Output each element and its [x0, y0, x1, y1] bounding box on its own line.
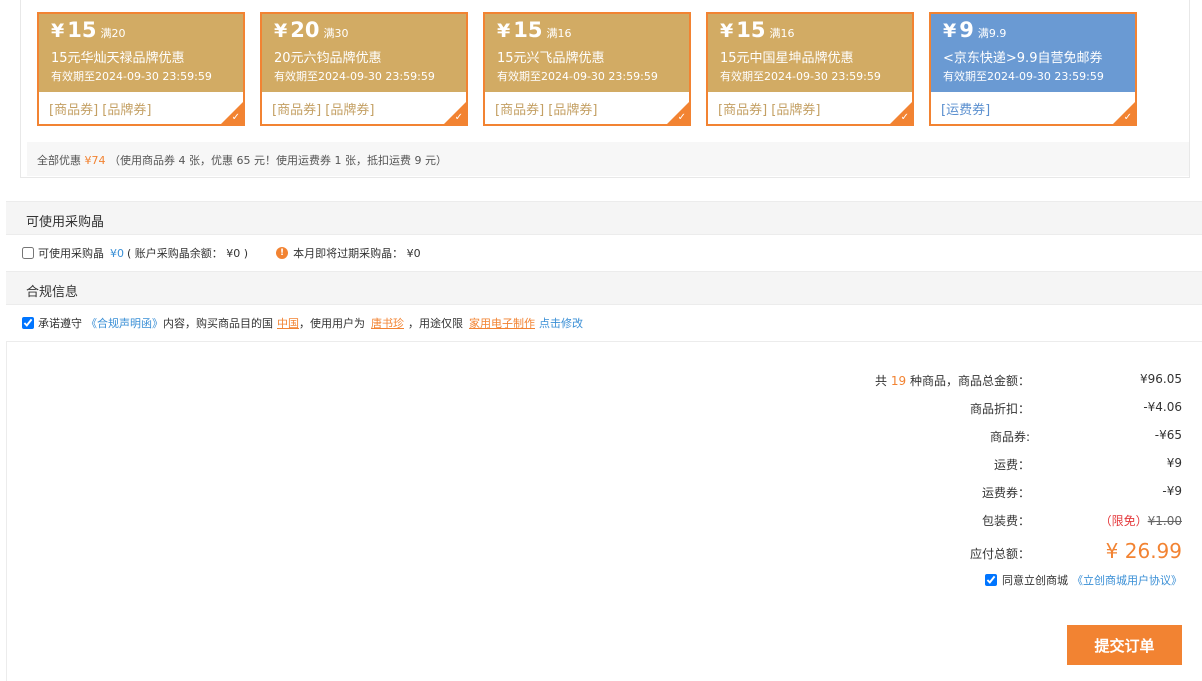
shipping-coupon-label: 运费券： [981, 486, 1030, 500]
section-purchase-crystal: 可使用采购晶 [6, 201, 1202, 235]
summary-detail: （使用商品券 4 张，优惠 65 元！使用运费券 1 张，抵扣运费 9 元） [109, 154, 447, 167]
compliance-edit-link[interactable]: 点击修改 [539, 315, 583, 331]
coupon-expire: 有效期至2024-09-30 23:59:59 [497, 70, 658, 83]
summary-label: 全部优惠 [37, 154, 81, 167]
compliance-text: ，用途仅限 [408, 317, 463, 330]
check-icon: ✓ [231, 112, 240, 123]
check-icon: ✓ [677, 112, 686, 123]
discount-summary: 全部优惠 ¥74 （使用商品券 4 张，优惠 65 元！使用运费券 1 张，抵扣… [27, 142, 1189, 176]
coupon-title: 15元中国星坤品牌优惠 [720, 51, 854, 66]
coupon-panel: ¥ 15 满20 15元华灿天禄品牌优惠 有效期至2024-09-30 23:5… [20, 0, 1190, 178]
goods-total-value: ¥96.05 [1140, 372, 1182, 386]
section-title: 合规信息 [26, 285, 79, 300]
goods-count-label: 共 19 种商品，商品总金额： [875, 374, 1030, 388]
coupon-amount: 15 [513, 18, 543, 42]
compliance-row: 承诺遵守 《合规声明函》 内容，购买商品目的国 中国 ，使用用户为 唐书珍 ，用… [6, 306, 1202, 340]
coupon-title: 15元华灿天禄品牌优惠 [51, 51, 185, 66]
coupon-condition: 满30 [323, 27, 349, 40]
coupon-tags: [商品券] [品牌券] [49, 103, 152, 118]
coupon-title: <京东快递>9.9自营免邮券 [943, 51, 1103, 66]
discount-label: 商品折扣： [969, 402, 1030, 416]
submit-order-button[interactable]: 提交订单 [1067, 625, 1182, 665]
goods-count: 19 [890, 374, 907, 388]
compliance-prefix: 承诺遵守 [38, 317, 82, 330]
coupon-tags: [商品券] [品牌券] [495, 103, 598, 118]
section-title: 可使用采购晶 [26, 215, 105, 230]
coupon-condition: 满16 [769, 27, 795, 40]
coupon-currency: ¥ [943, 20, 957, 42]
coupon-amount: 15 [736, 18, 766, 42]
coupon-amount: 9 [959, 18, 974, 42]
check-icon: ✓ [1123, 112, 1132, 123]
coupon-condition: 满16 [546, 27, 572, 40]
coupon-currency: ¥ [274, 20, 288, 42]
payable-value: ¥ 26.99 [1105, 539, 1182, 563]
summary-amount: ¥74 [84, 154, 106, 167]
coupon-condition: 满9.9 [977, 27, 1007, 40]
coupon-condition: 满20 [100, 27, 126, 40]
coupon-expire: 有效期至2024-09-30 23:59:59 [274, 70, 435, 83]
compliance-usage-link[interactable]: 家用电子制作 [469, 315, 535, 331]
compliance-user-link[interactable]: 唐书珍 [371, 315, 404, 331]
shipping-coupon-value: -¥9 [1162, 484, 1182, 498]
packing-free-badge: （限免） [1099, 514, 1148, 528]
packing-value: （限免）¥1.00 [1100, 512, 1182, 529]
coupon-title: 20元六钧品牌优惠 [274, 51, 382, 66]
check-icon: ✓ [454, 112, 463, 123]
coupon-tags: [商品券] [品牌券] [718, 103, 821, 118]
purchase-crystal-checkbox[interactable] [22, 247, 34, 259]
coupon-tags: [商品券] [品牌券] [272, 103, 375, 118]
purchase-crystal-row: 可使用采购晶 ¥0 ( 账户采购晶余额： ¥0 ) ! 本月即将过期采购晶： ¥… [6, 236, 1202, 270]
agreement-checkbox[interactable] [985, 574, 997, 586]
compliance-text: 内容，购买商品目的国 [163, 317, 273, 330]
packing-label: 包装费： [981, 514, 1030, 528]
compliance-text: ，使用用户为 [299, 317, 365, 330]
coupon-expire: 有效期至2024-09-30 23:59:59 [943, 70, 1104, 83]
section-compliance: 合规信息 [6, 271, 1202, 305]
info-icon: ! [276, 247, 289, 259]
coupon-card[interactable]: ¥ 15 满16 15元兴飞品牌优惠 有效期至2024-09-30 23:59:… [483, 12, 691, 126]
coupon-title: 15元兴飞品牌优惠 [497, 51, 605, 66]
coupon-currency: ¥ [497, 20, 511, 42]
agreement-prefix: 同意立创商城 [1002, 574, 1068, 587]
shipping-value: ¥9 [1166, 456, 1182, 470]
purchase-crystal-label: 可使用采购晶 [38, 247, 104, 260]
payable-label: 应付总额： [969, 547, 1030, 561]
compliance-statement-link[interactable]: 《合规声明函》 [86, 315, 163, 331]
coupon-currency: ¥ [51, 20, 65, 42]
coupon-expire: 有效期至2024-09-30 23:59:59 [720, 70, 881, 83]
coupon-card[interactable]: ¥ 20 满30 20元六钧品牌优惠 有效期至2024-09-30 23:59:… [260, 12, 468, 126]
coupon-currency: ¥ [720, 20, 734, 42]
coupon-label: 商品券: [989, 430, 1030, 444]
expiring-crystal-text: 本月即将过期采购晶： ¥0 [293, 247, 421, 260]
coupon-tags: [运费券] [941, 103, 991, 118]
coupon-card[interactable]: ¥ 15 满20 15元华灿天禄品牌优惠 有效期至2024-09-30 23:5… [37, 12, 245, 126]
coupon-expire: 有效期至2024-09-30 23:59:59 [51, 70, 212, 83]
discount-value: -¥4.06 [1143, 400, 1182, 414]
coupon-value: -¥65 [1154, 428, 1182, 442]
packing-original-price: ¥1.00 [1147, 514, 1182, 528]
order-totals: 共 19 种商品，商品总金额： ¥96.05 商品折扣： -¥4.06 商品券:… [6, 341, 1202, 681]
agreement-link[interactable]: 《立创商城用户协议》 [1072, 572, 1182, 588]
shipping-label: 运费： [993, 458, 1030, 472]
coupon-amount: 20 [290, 18, 320, 42]
agreement-row: 同意立创商城 《立创商城用户协议》 [985, 572, 1182, 588]
coupon-card[interactable]: ¥ 15 满16 15元中国星坤品牌优惠 有效期至2024-09-30 23:5… [706, 12, 914, 126]
coupon-card[interactable]: ¥ 9 满9.9 <京东快递>9.9自营免邮券 有效期至2024-09-30 2… [929, 12, 1137, 126]
compliance-country-link[interactable]: 中国 [277, 315, 299, 331]
purchase-crystal-value: ¥0 [110, 246, 124, 260]
coupon-amount: 15 [67, 18, 97, 42]
compliance-checkbox[interactable] [22, 317, 34, 329]
check-icon: ✓ [900, 112, 909, 123]
purchase-crystal-balance: ( 账户采购晶余额： ¥0 ) [127, 247, 249, 260]
